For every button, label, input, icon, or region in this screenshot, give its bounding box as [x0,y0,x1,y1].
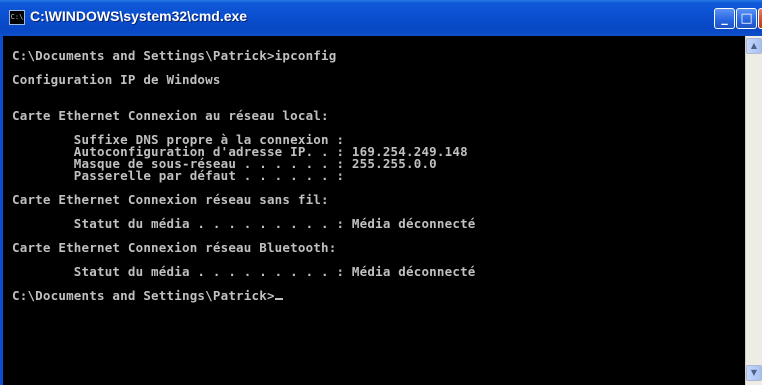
console-line: Carte Ethernet Connexion au réseau local… [12,108,329,123]
console-line: Statut du média . . . . . . . . . : Médi… [12,216,476,231]
console-line: Carte Ethernet Connexion réseau sans fil… [12,192,329,207]
cmd-window: C:\ C:\WINDOWS\system32\cmd.exe _ □ × C:… [0,0,762,385]
text-cursor [274,298,283,300]
console-text: C:\Documents and Settings\Patrick>ipconf… [12,48,476,303]
maximize-button[interactable]: □ [736,8,757,29]
console-line: C:\Documents and Settings\Patrick> [12,288,275,303]
console-line: Passerelle par défaut . . . . . . : [12,168,345,183]
console-line: C:\Documents and Settings\Patrick>ipconf… [12,48,337,63]
scroll-up-icon[interactable]: ▲ [746,38,762,54]
title-bar[interactable]: C:\ C:\WINDOWS\system32\cmd.exe _ □ × [0,0,762,36]
console-output[interactable]: C:\Documents and Settings\Patrick>ipconf… [3,36,745,385]
scroll-down-icon[interactable]: ▼ [746,365,762,381]
console-line: Configuration IP de Windows [12,72,221,87]
cmd-icon[interactable]: C:\ [9,10,25,25]
close-button[interactable]: × [758,8,762,29]
minimize-button[interactable]: _ [714,8,735,29]
window-title: C:\WINDOWS\system32\cmd.exe [30,8,248,24]
vertical-scrollbar[interactable]: ▲ ▼ [745,36,762,385]
console-line: Carte Ethernet Connexion réseau Bluetoot… [12,240,337,255]
console-line: Statut du média . . . . . . . . . : Médi… [12,264,476,279]
